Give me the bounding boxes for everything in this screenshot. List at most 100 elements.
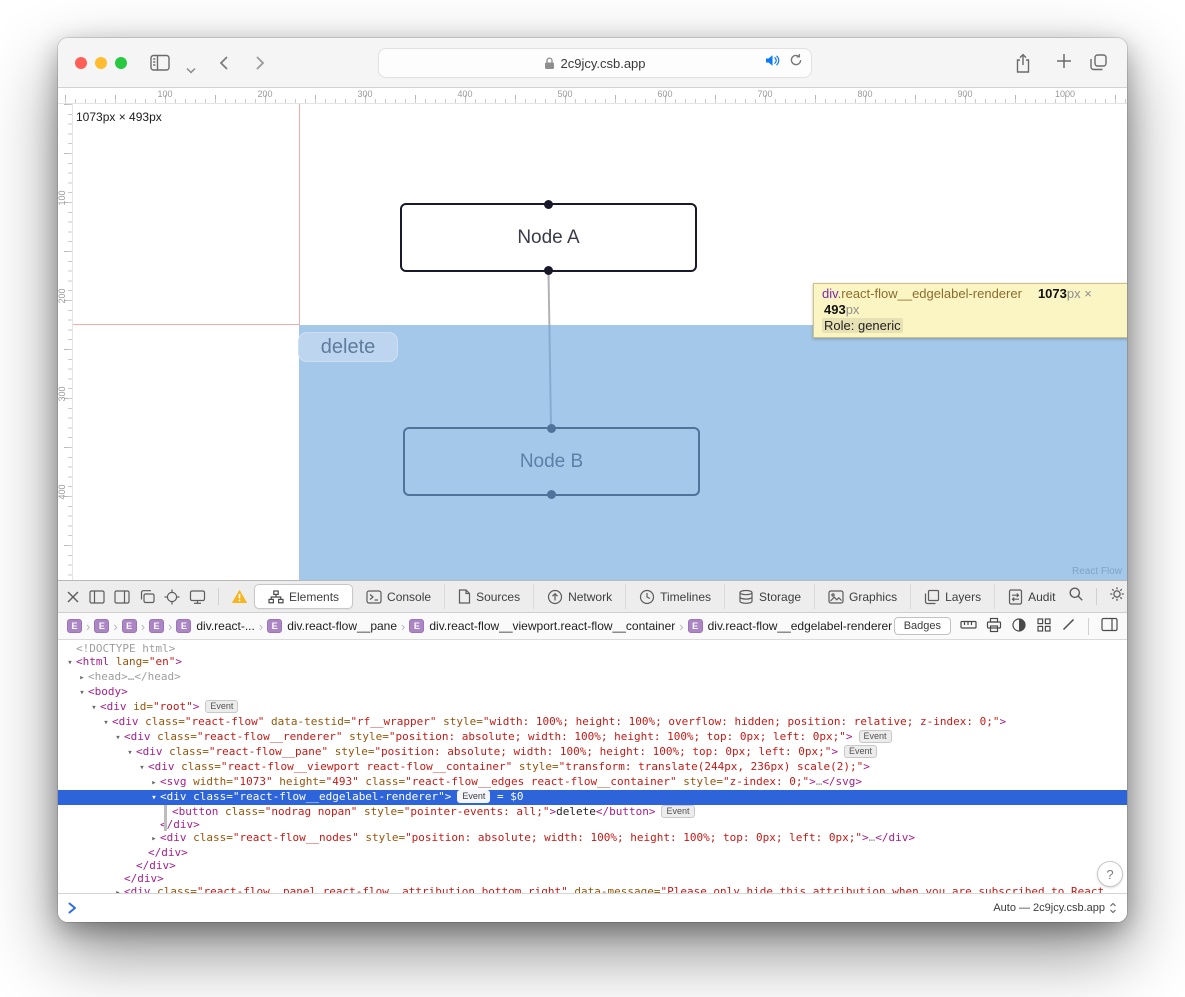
element-highlight-overlay [299,325,1127,580]
ruler-label: 500 [557,89,572,99]
flow-node-a[interactable]: Node A [400,203,697,272]
ruler-label: 500 [58,575,67,580]
dom-tree-row[interactable]: ▾<html lang="en"> [58,655,1127,670]
dom-tree-row[interactable]: <button class="nodrag nopan" style="poin… [58,805,1127,818]
zoom-window-button[interactable] [115,57,127,69]
inspector-status-bar: Auto — 2c9jcy.csb.app [58,893,1127,922]
event-badge[interactable]: Event [205,700,238,713]
dock-right-icon[interactable] [114,590,130,604]
disclosure-triangle[interactable]: ▸ [148,833,160,846]
badges-button[interactable]: Badges [894,617,951,635]
disclosure-triangle[interactable]: ▾ [76,687,88,700]
breadcrumb-react-flow[interactable]: E [149,619,164,633]
disclosure-triangle[interactable]: ▾ [112,732,124,745]
disclosure-triangle[interactable]: ▸ [148,777,160,790]
grid-overlay-icon[interactable] [1036,617,1052,636]
new-tab-icon[interactable] [1055,52,1073,75]
event-badge[interactable]: Event [661,805,694,818]
help-button[interactable]: ? [1097,861,1123,887]
tab-elements[interactable]: Elements [254,584,353,609]
tab-timelines[interactable]: Timelines [625,584,724,609]
dom-tree-row[interactable]: ▾<div class="react-flow__pane" style="po… [58,745,1127,760]
forward-button[interactable] [254,54,266,77]
breadcrumb-root[interactable]: E [122,619,137,633]
ruler-label: 200 [58,281,67,311]
disclosure-triangle[interactable]: ▾ [136,762,148,775]
dom-tree-row[interactable]: ▸<div class="react-flow__panel react-flo… [58,885,1127,893]
dom-tree-row[interactable]: ▾<div class="react-flow__viewport react-… [58,760,1127,775]
dom-tree-row[interactable]: </div> [58,846,1127,859]
disclosure-triangle[interactable]: ▾ [64,657,76,670]
chevron-down-icon[interactable] [186,61,196,79]
frame-selector[interactable]: Auto — 2c9jcy.csb.app [993,902,1117,914]
dom-tree-row[interactable]: ▾<div id="root">Event [58,700,1127,715]
print-styles-icon[interactable] [986,617,1002,636]
close-window-button[interactable] [75,57,87,69]
details-sidebar-icon[interactable] [1101,617,1118,635]
undock-icon[interactable] [139,589,155,604]
dom-tree-row[interactable]: ▸<div class="react-flow__nodes" style="p… [58,831,1127,846]
dom-tree-row[interactable]: ▾<div class="react-flow__edgelabel-rende… [58,790,1127,805]
url-text: 2c9jcy.csb.app [560,56,645,71]
dom-tree-row[interactable]: </div> [58,818,1127,831]
sidebar-icon[interactable] [150,54,170,77]
dom-tree-row[interactable]: ▸<svg width="1073" height="493" class="r… [58,775,1127,790]
tab-overview-icon[interactable] [1089,53,1108,77]
delete-edge-button[interactable]: delete [298,332,398,362]
breadcrumb-edgelabel-renderer[interactable]: Ediv.react-flow__edgelabel-renderer [688,619,893,633]
ruler-label: 100 [58,183,67,213]
share-icon[interactable] [1014,53,1032,79]
audio-playing-icon[interactable] [765,54,781,70]
breadcrumb-pane[interactable]: Ediv.react-flow__pane [267,619,397,633]
breadcrumb-viewport[interactable]: Ediv.react-flow__viewport.react-flow__co… [409,619,675,633]
tab-storage[interactable]: Storage [724,584,814,609]
node-handle-bottom[interactable] [544,266,553,275]
rulers-icon[interactable] [960,617,977,635]
disclosure-triangle[interactable]: ▾ [100,717,112,730]
disclosure-triangle[interactable]: ▾ [124,747,136,760]
gear-icon[interactable] [1109,586,1125,607]
dom-tree-row[interactable]: </div> [58,872,1127,885]
quick-console-prompt-icon[interactable] [68,902,77,914]
breadcrumb-renderer[interactable]: Ediv.react-... [176,619,254,633]
issues-warning-icon[interactable] [231,589,248,604]
pen-icon[interactable] [1061,617,1076,635]
breadcrumb-body[interactable]: E [94,619,109,633]
back-button[interactable] [218,54,230,77]
ruler-label: 200 [257,89,272,99]
dom-tree-row[interactable]: ▾<div class="react-flow" data-testid="rf… [58,715,1127,730]
node-handle-top[interactable] [544,200,553,209]
disclosure-triangle[interactable]: ▾ [148,792,160,805]
appearance-icon[interactable] [1011,617,1027,636]
minimize-window-button[interactable] [95,57,107,69]
tab-sources[interactable]: Sources [444,584,533,609]
tab-network[interactable]: Network [533,584,625,609]
url-bar[interactable]: 2c9jcy.csb.app [378,48,812,78]
dom-tree: <!DOCTYPE html>▾<html lang="en">▸<head>…… [58,640,1127,893]
device-settings-icon[interactable] [189,589,206,605]
tab-layers[interactable]: Layers [910,584,994,609]
tab-console[interactable]: Console [353,584,444,609]
browser-titlebar: 2c9jcy.csb.app [58,38,1127,88]
page-viewport[interactable]: Node A Node B React Flow delete 10020030… [58,88,1127,580]
event-badge[interactable]: Event [457,790,490,803]
dom-tree-row[interactable]: ▸<head>…</head> [58,670,1127,685]
breadcrumb-html[interactable]: E [67,619,82,633]
disclosure-triangle[interactable]: ▸ [112,887,124,893]
tab-audit[interactable]: Audit [994,584,1068,609]
element-picker-icon[interactable] [164,589,180,605]
event-badge[interactable]: Event [859,730,892,743]
close-inspector-icon[interactable] [66,590,80,604]
dom-tree-row[interactable]: </div> [58,859,1127,872]
ruler-label: 400 [457,89,472,99]
disclosure-triangle[interactable]: ▸ [76,672,88,685]
disclosure-triangle[interactable]: ▾ [88,702,100,715]
event-badge[interactable]: Event [844,745,877,758]
search-icon[interactable] [1068,586,1084,607]
dom-tree-row[interactable]: ▾<body> [58,685,1127,700]
reload-icon[interactable] [789,53,803,70]
dock-side-icon[interactable] [89,590,105,604]
dom-tree-row[interactable]: <!DOCTYPE html> [58,642,1127,655]
dom-tree-row[interactable]: ▾<div class="react-flow__renderer" style… [58,730,1127,745]
tab-graphics[interactable]: Graphics [814,584,910,609]
